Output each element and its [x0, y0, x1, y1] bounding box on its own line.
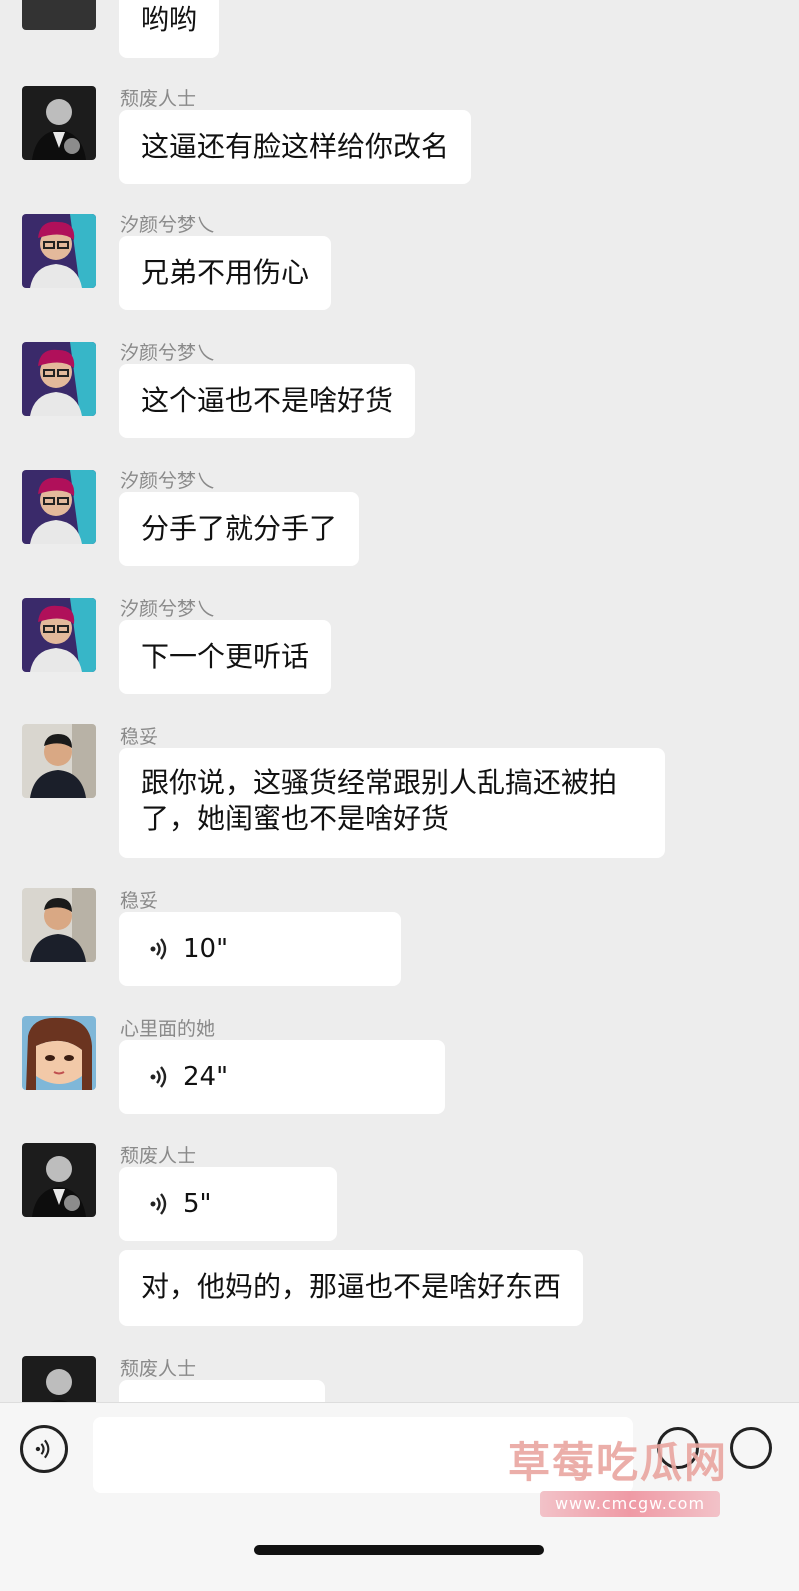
voice-message-bubble[interactable]: 24"	[119, 1040, 445, 1114]
message-text: 下一个更听话	[141, 640, 310, 673]
glasses-boy-avatar[interactable]	[22, 470, 96, 544]
message-bubble[interactable]: 跟你说，这骚货经常跟别人乱搞还被拍了，她闺蜜也不是啥好货	[119, 748, 665, 858]
sender-name: 汐颜兮梦乀	[120, 470, 216, 492]
voice-toggle-icon[interactable]	[20, 1425, 68, 1473]
voice-wave-icon	[150, 1066, 167, 1088]
sender-name: 颓废人士	[120, 1145, 197, 1167]
message-text: 这个逼也不是啥好货	[141, 384, 394, 417]
voice-duration: 24"	[183, 1062, 229, 1092]
message-text: 分手了就分手了	[141, 512, 338, 545]
message-text: 这逼还有脸这样给你改名	[141, 130, 450, 163]
home-indicator[interactable]	[254, 1545, 544, 1555]
glasses-boy-avatar[interactable]	[22, 214, 96, 288]
sender-name: 汐颜兮梦乀	[120, 342, 216, 364]
voice-duration: 10"	[183, 934, 229, 964]
input-bar: 草莓吃瓜网 www.cmcgw.com	[0, 1402, 799, 1591]
voice-message-bubble[interactable]: 5"	[119, 1167, 337, 1241]
sender-name: 稳妥	[120, 726, 159, 748]
sender-name: 颓废人士	[120, 88, 197, 110]
message-text: 兄弟不用伤心	[141, 256, 310, 289]
voice-message-bubble[interactable]: 10"	[119, 912, 401, 986]
chat-history[interactable]: 哟哟 颓废人士 这逼还有脸这样给你改名 汐颜兮梦乀 兄弟不用伤心 汐颜兮梦乀 这…	[0, 0, 799, 1420]
sender-name: 汐颜兮梦乀	[120, 598, 216, 620]
glasses-boy-avatar[interactable]	[22, 598, 96, 672]
watermark-url: www.cmcgw.com	[540, 1491, 720, 1517]
message-bubble[interactable]: 哟哟	[119, 0, 220, 58]
plus-icon[interactable]	[730, 1427, 772, 1469]
message-bubble[interactable]: 兄弟不用伤心	[119, 236, 332, 310]
young-man-avatar[interactable]	[22, 888, 96, 962]
anime-girl-avatar[interactable]	[22, 1016, 96, 1090]
sender-name: 汐颜兮梦乀	[120, 214, 216, 236]
message-bubble[interactable]: 这个逼也不是啥好货	[119, 364, 416, 438]
sender-name: 颓废人士	[120, 1358, 197, 1380]
man-in-suit-avatar[interactable]	[22, 1143, 96, 1217]
message-bubble[interactable]: 下一个更听话	[119, 620, 332, 694]
message-text: 跟你说，这骚货经常跟别人乱搞还被拍了，她闺蜜也不是啥好货	[141, 766, 618, 835]
sender-name: 心里面的她	[120, 1018, 216, 1040]
message-bubble[interactable]: 这逼还有脸这样给你改名	[119, 110, 472, 184]
voice-duration: 5"	[183, 1189, 212, 1219]
watermark-title: 草莓吃瓜网	[508, 1438, 729, 1487]
message-text: 对，他妈的，那逼也不是啥好东西	[141, 1270, 562, 1303]
sender-name: 稳妥	[120, 890, 159, 912]
voice-wave-icon	[150, 1193, 167, 1215]
glasses-boy-avatar[interactable]	[22, 342, 96, 416]
man-in-suit-avatar[interactable]	[22, 86, 96, 160]
man-in-suit-avatar[interactable]	[22, 0, 96, 30]
voice-wave-icon	[150, 938, 167, 960]
young-man-avatar[interactable]	[22, 724, 96, 798]
message-bubble[interactable]: 对，他妈的，那逼也不是啥好东西	[119, 1250, 584, 1326]
message-bubble[interactable]: 分手了就分手了	[119, 492, 360, 566]
message-text: 哟哟	[141, 3, 198, 36]
